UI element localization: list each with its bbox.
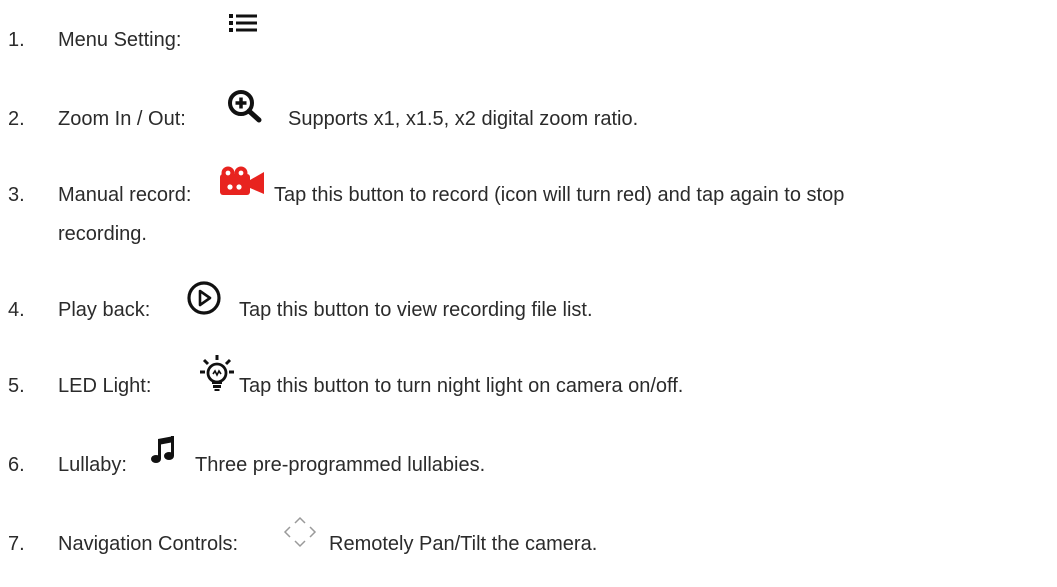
item-number: 4. [8, 299, 25, 321]
item-label: Menu Setting: [58, 29, 182, 51]
item-number: 5. [8, 375, 25, 397]
item-number: 3. [8, 184, 25, 206]
light-bulb-icon [199, 354, 235, 392]
item-number: 7. [8, 533, 25, 555]
item-description: Tap this button to record (icon will tur… [274, 184, 845, 206]
item-description: Remotely Pan/Tilt the camera. [329, 533, 598, 555]
item-label: Zoom In / Out: [58, 108, 186, 130]
item-description: Tap this button to view recording file l… [239, 299, 593, 321]
item-description: Tap this button to turn night light on c… [239, 375, 684, 397]
item-number: 1. [8, 29, 25, 51]
item-description: Three pre-programmed lullabies. [195, 454, 486, 476]
video-camera-icon [219, 166, 265, 196]
item-description-continued: recording. [58, 223, 147, 245]
navigation-arrows-icon [283, 516, 317, 548]
item-label: Manual record: [58, 184, 192, 206]
item-label: LED Light: [58, 375, 152, 397]
item-number: 6. [8, 454, 25, 476]
item-label: Navigation Controls: [58, 533, 239, 555]
zoom-in-icon [226, 88, 264, 124]
item-number: 2. [8, 108, 25, 130]
item-description: Supports x1, x1.5, x2 digital zoom ratio… [288, 108, 639, 130]
play-circle-icon [186, 280, 222, 316]
item-label: Lullaby: [58, 454, 127, 476]
music-note-icon [150, 434, 176, 464]
list-menu-icon [229, 12, 259, 34]
item-label: Play back: [58, 299, 151, 321]
